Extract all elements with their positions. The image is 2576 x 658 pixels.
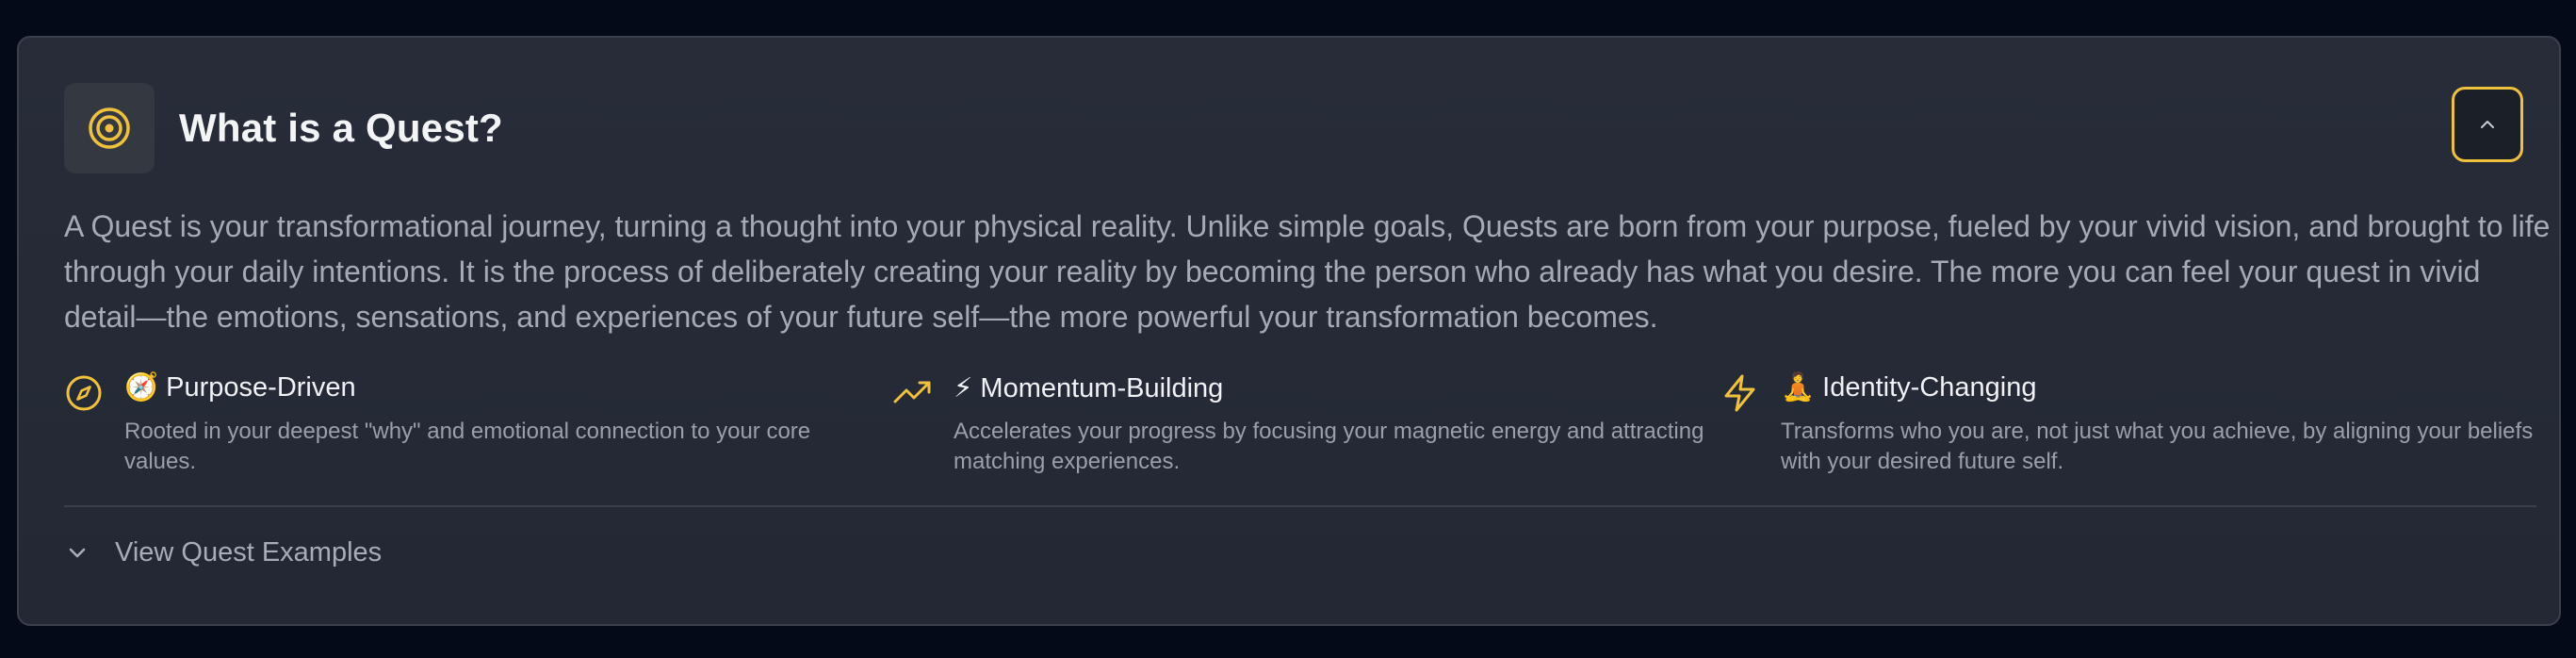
- feature-description: Transforms who you are, not just what yo…: [1781, 419, 2534, 474]
- feature-title: 🧘 Identity-Changing: [1781, 372, 2037, 403]
- feature-list: 🧭 Purpose-Driven Rooted in your deepest …: [64, 370, 2552, 511]
- card-header: What is a Quest?: [64, 83, 503, 173]
- feature-title: ⚡ Momentum-Building: [954, 373, 1224, 403]
- quest-description: A Quest is your transformational journey…: [64, 209, 2551, 334]
- chevron-down-icon: [69, 548, 86, 557]
- view-examples-toggle[interactable]: View Quest Examples: [64, 537, 382, 568]
- lightning-icon: [1724, 374, 1755, 412]
- collapse-button[interactable]: [2452, 87, 2523, 162]
- trending-up-icon: [893, 381, 931, 403]
- feature-description: Rooted in your deepest "why" and emotion…: [124, 419, 811, 474]
- page-title: What is a Quest?: [179, 106, 503, 150]
- divider: [64, 505, 2536, 507]
- target-icon: [64, 83, 155, 173]
- view-examples-label: View Quest Examples: [115, 537, 383, 568]
- feature-description: Accelerates your progress by focusing yo…: [954, 419, 1704, 474]
- feature-title: 🧭 Purpose-Driven: [124, 372, 356, 403]
- quest-info-card: What is a Quest? A Quest is your transfo…: [17, 36, 2561, 626]
- compass-icon: [66, 375, 102, 411]
- chevron-up-icon: [2481, 121, 2494, 128]
